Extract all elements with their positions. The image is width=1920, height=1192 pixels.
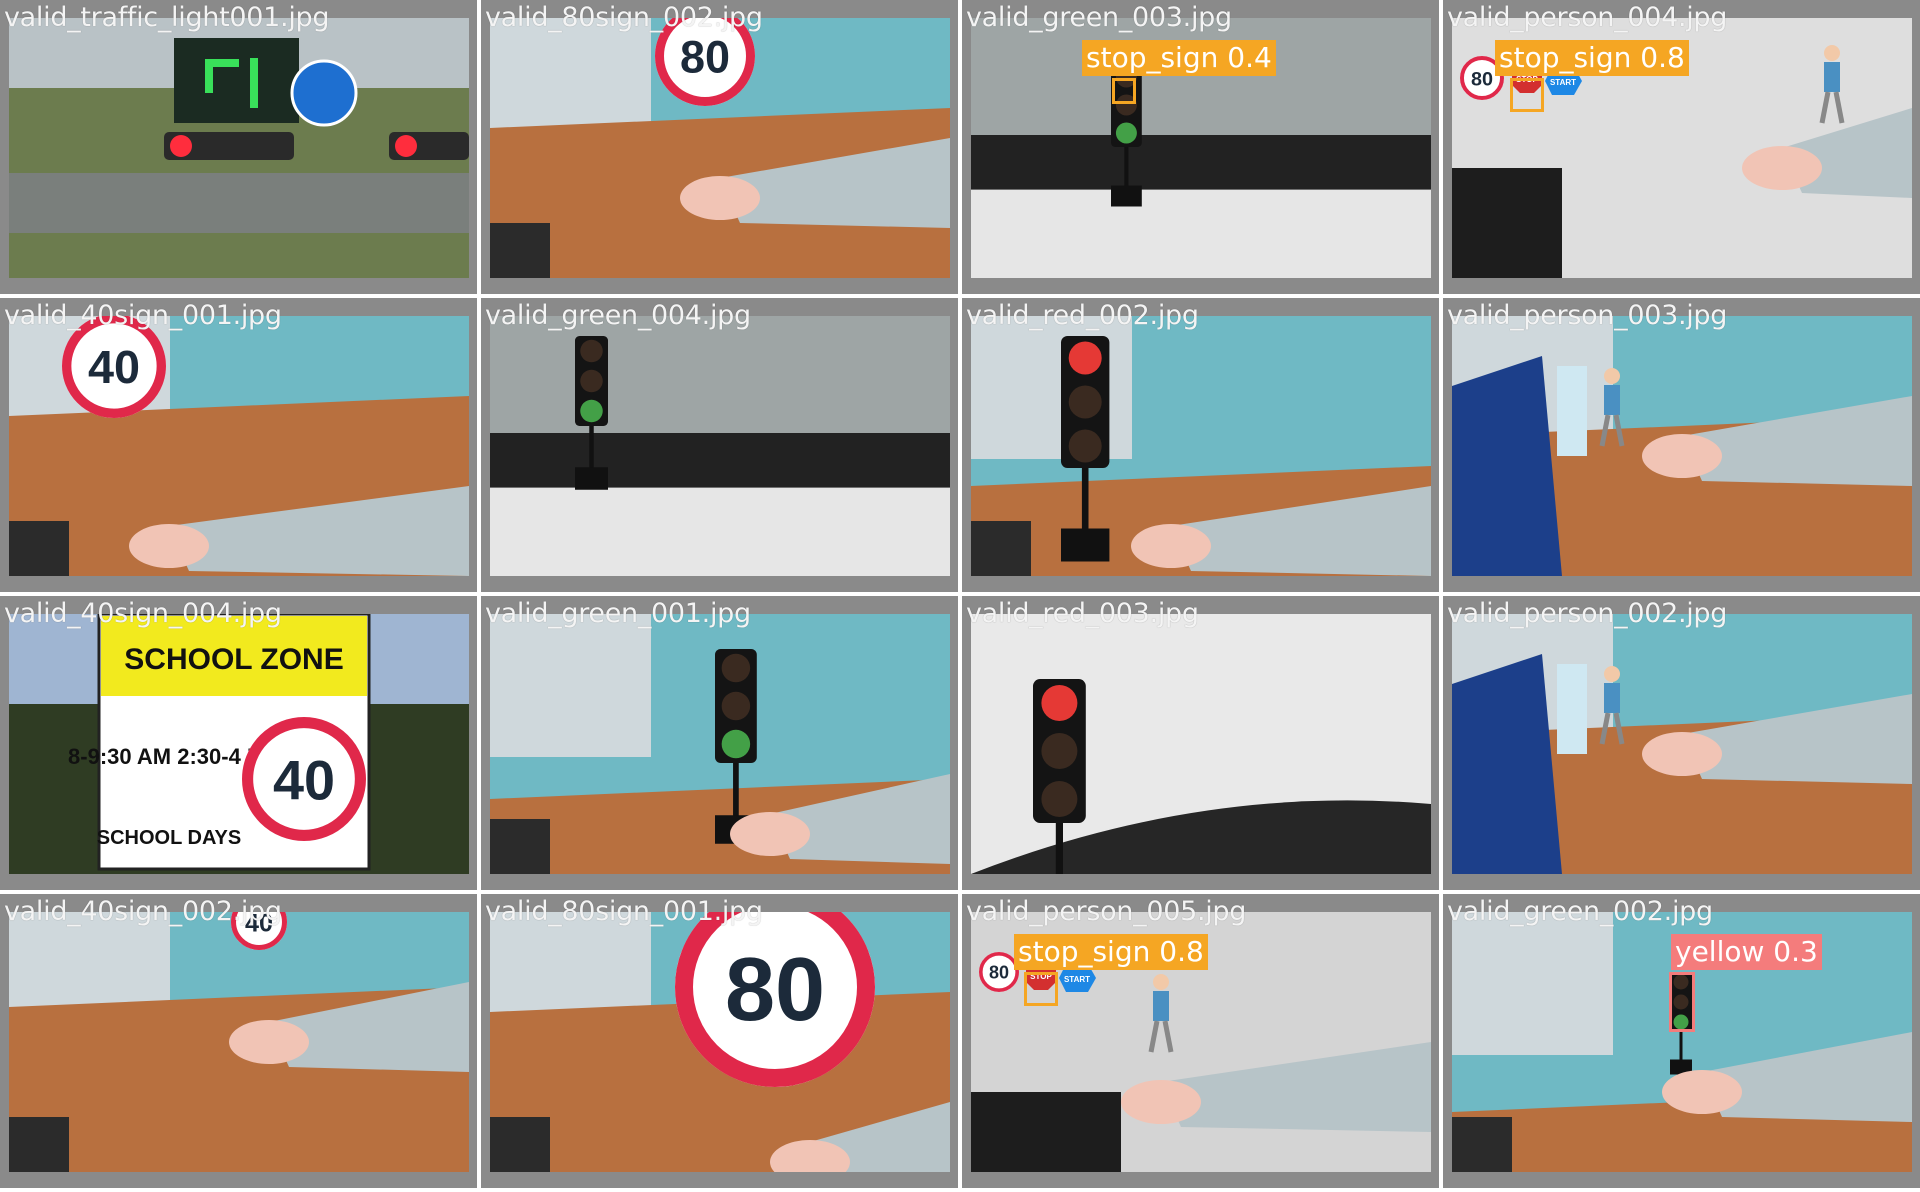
file-name-label: valid_red_003.jpg [966,598,1199,629]
water-bottle [1557,366,1587,456]
svg-text:80: 80 [1471,68,1493,90]
photo-thumbnail: 40 [9,316,469,576]
photo-thumbnail [490,316,950,576]
detection-box [1669,972,1695,1032]
detection-box [1024,972,1058,1006]
file-name-label: valid_person_005.jpg [966,896,1247,927]
svg-text:SCHOOL ZONE: SCHOOL ZONE [124,643,343,676]
detection-label: stop_sign 0.8 [1014,934,1208,970]
speed-40-sign: 40 [62,316,166,418]
image-tile: 40 valid_40sign_001.jpg [0,298,477,592]
image-tile: valid_person_002.jpg [1443,596,1920,890]
file-name-label: valid_40sign_004.jpg [4,598,282,629]
photo-thumbnail: 80 [490,18,950,278]
image-tile: 80 STOP START valid_person_004.jpg stop_sign… [1443,0,1920,294]
file-name-label: valid_person_002.jpg [1447,598,1728,629]
file-name-label: valid_green_003.jpg [966,2,1232,33]
image-tile: valid_green_003.jpg stop_sign 0.4 [962,0,1439,294]
file-name-label: valid_person_004.jpg [1447,2,1728,33]
image-tile: valid_red_002.jpg [962,298,1439,592]
speed-40-sign: 40 [242,717,366,841]
detection-box [1112,78,1136,104]
file-name-label: valid_80sign_002.jpg [485,2,763,33]
speed-80-sign: 80 [978,951,1020,993]
detection-label: stop_sign 0.8 [1495,40,1689,76]
photo-thumbnail: 40 [9,912,469,1172]
image-tile: valid_green_002.jpgyellow 0.3 [1443,894,1920,1188]
photo-thumbnail [490,614,950,874]
u-turn-sign [290,59,358,127]
photo-thumbnail: SCHOOL ZONE8-9:30 AM 2:30-4 PMSCHOOL DAY… [9,614,469,874]
svg-text:SCHOOL DAYS: SCHOOL DAYS [97,827,241,849]
photo-thumbnail [1452,316,1912,576]
file-name-label: valid_person_003.jpg [1447,300,1728,331]
svg-text:START: START [1064,975,1090,984]
image-tile: 40 valid_40sign_002.jpg [0,894,477,1188]
file-name-label: valid_traffic_light001.jpg [4,2,330,33]
file-name-label: valid_40sign_001.jpg [4,300,282,331]
photo-thumbnail [1452,614,1912,874]
file-name-label: valid_green_001.jpg [485,598,751,629]
file-name-label: valid_green_004.jpg [485,300,751,331]
detection-label: stop_sign 0.4 [1082,40,1276,76]
image-grid: valid_traffic_light001.jpg 80 valid_80sign… [0,0,1920,1192]
svg-text:80: 80 [680,32,730,83]
image-tile: valid_red_003.jpg [962,596,1439,890]
photo-thumbnail [9,18,469,278]
image-tile: 80 STOP START valid_person_005.jpg stop_sign… [962,894,1439,1188]
image-tile: SCHOOL ZONE 8-9:30 AM 2:30-4 PM SCHOOL DAY… [0,596,477,890]
image-tile: valid_traffic_light001.jpg [0,0,477,294]
photo-thumbnail [971,316,1431,576]
image-tile: 80 valid_80sign_002.jpg [481,0,958,294]
image-tile: valid_green_001.jpg [481,596,958,890]
photo-thumbnail [971,614,1431,874]
file-name-label: valid_green_002.jpg [1447,896,1713,927]
file-name-label: valid_red_002.jpg [966,300,1199,331]
water-bottle [1557,664,1587,754]
svg-text:80: 80 [989,963,1009,983]
photo-thumbnail: 80 [490,912,950,1172]
svg-text:40: 40 [88,341,140,393]
file-name-label: valid_40sign_002.jpg [4,896,282,927]
svg-text:80: 80 [725,940,825,1040]
image-tile: valid_person_003.jpg [1443,298,1920,592]
svg-text:40: 40 [273,748,335,811]
detection-label: yellow 0.3 [1671,934,1822,970]
file-name-label: valid_80sign_001.jpg [485,896,763,927]
detection-box [1510,78,1544,112]
image-tile: valid_green_004.jpg [481,298,958,592]
image-tile: 80 valid_80sign_001.jpg [481,894,958,1188]
svg-text:START: START [1550,78,1576,87]
direction-board [174,38,299,123]
